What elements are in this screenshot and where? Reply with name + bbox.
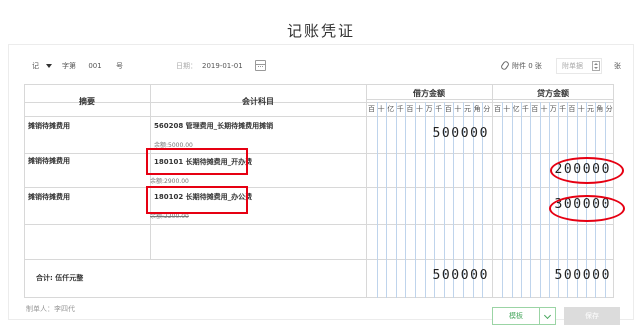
debit-digit-label: 分 [483, 105, 491, 113]
caret-down-icon[interactable] [46, 64, 52, 68]
header-credit: 贷方金额 [537, 89, 569, 98]
date-label: 日期： [176, 62, 197, 70]
header-account: 会计科目 [242, 97, 274, 106]
row-2-balance: 余额:2900.00 [150, 178, 189, 185]
debit-digit-label: 千 [435, 105, 443, 113]
voucher-type-select[interactable]: 记 [32, 58, 39, 74]
debit-digit-label: 百 [406, 105, 414, 113]
row-1-summary[interactable]: 摊销待摊费用 [28, 121, 70, 131]
divider [24, 259, 614, 260]
divider [24, 153, 614, 154]
paperclip-icon [499, 60, 511, 71]
divider [24, 224, 614, 225]
divider [539, 308, 540, 325]
row-1-debit[interactable]: 500000 [366, 126, 492, 141]
debit-digit-label: 元 [464, 105, 471, 113]
total-credit: 500000 [554, 268, 611, 283]
page-title: 记账凭证 [286, 22, 355, 40]
zi-label: 字第 [62, 62, 76, 70]
template-button-label: 模板 [509, 312, 523, 320]
annotation-ellipse [549, 195, 625, 222]
total-debit: 500000 [432, 268, 489, 283]
hao-label: 号 [116, 62, 123, 70]
debit-digit-label: 十 [416, 105, 423, 113]
header-summary: 摘要 [79, 97, 95, 106]
voucher-number-input[interactable]: 001 [80, 58, 110, 74]
maker-label: 制单人：李四代 [26, 305, 75, 313]
divider [492, 84, 493, 298]
divider [24, 116, 614, 117]
voucher-toolbar: 记 字第 001 号 日期： 2019-01-01 附件 0 张 附单据 张 [26, 58, 626, 74]
divider [366, 99, 614, 100]
total-label: 合计: 伍仟元整 [36, 274, 84, 282]
calendar-icon[interactable] [255, 60, 266, 71]
date-input[interactable]: 2019-01-01 [202, 58, 243, 74]
debit-digit-label: 十 [454, 105, 462, 113]
annotation-rectangle [146, 186, 248, 214]
row-2-summary[interactable]: 摊销待摊费用 [28, 156, 70, 166]
row-1-account[interactable]: 560208 管理费用_长期待摊费用摊销 [154, 121, 273, 131]
debit-digit-label: 亿 [387, 105, 395, 113]
zhang-label: 张 [614, 62, 621, 70]
voucher-type-value: 记 [32, 62, 39, 70]
annotation-ellipse [550, 157, 624, 184]
debit-digit-label: 百 [368, 105, 375, 113]
divider [24, 187, 614, 188]
row-3-summary[interactable]: 摊销待摊费用 [28, 192, 70, 202]
save-button[interactable]: 保存 [564, 307, 620, 325]
annotation-rectangle [146, 148, 248, 175]
attachment-label[interactable]: 附件 0 张 [512, 58, 542, 74]
divider [366, 84, 367, 298]
template-button[interactable]: 模板 [492, 307, 556, 325]
spinner-icon[interactable] [592, 61, 600, 71]
chevron-down-icon[interactable] [543, 311, 552, 320]
header-debit: 借方金额 [413, 89, 445, 98]
